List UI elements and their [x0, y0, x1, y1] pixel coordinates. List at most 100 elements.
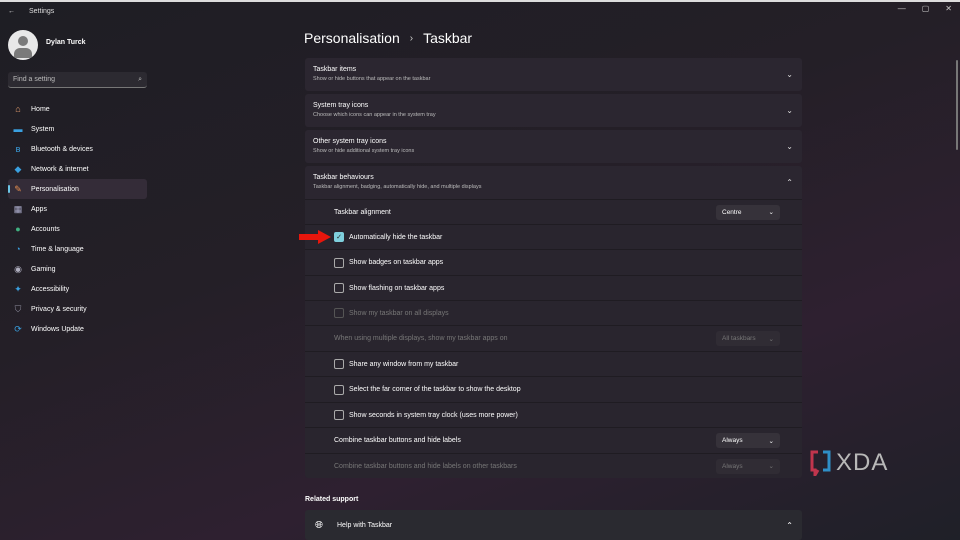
- help-label: Help with Taskbar: [337, 521, 393, 529]
- chevron-down-icon: ⌄: [768, 335, 774, 343]
- far-corner-row[interactable]: Select the far corner of the taskbar to …: [305, 376, 802, 402]
- sidebar-item-label: Gaming: [31, 265, 56, 273]
- flashing-row[interactable]: Show flashing on taskbar apps: [305, 275, 802, 300]
- badges-checkbox[interactable]: [334, 257, 344, 268]
- section-other-tray-icons[interactable]: Other system tray icons Show or hide add…: [305, 130, 802, 163]
- search-icon: ⌕: [138, 76, 142, 83]
- sidebar-item-gaming[interactable]: ◉ Gaming: [8, 259, 147, 279]
- maximize-button[interactable]: ▢: [922, 4, 930, 13]
- combine-dropdown[interactable]: Always ⌄: [716, 433, 780, 448]
- checkbox-label: Automatically hide the taskbar: [349, 233, 443, 241]
- sidebar-item-time-language[interactable]: ◔ Time & language: [8, 239, 147, 259]
- help-with-taskbar[interactable]: 🌐︎ Help with Taskbar ⌃: [305, 510, 802, 540]
- xda-watermark: XDA: [810, 449, 888, 477]
- window-controls: — ▢ ✕: [898, 4, 952, 13]
- sidebar-item-label: Personalisation: [31, 185, 79, 193]
- flashing-checkbox[interactable]: [334, 283, 344, 293]
- multi-display-row: When using multiple displays, show my ta…: [305, 325, 802, 351]
- share-checkbox[interactable]: [334, 359, 344, 369]
- section-taskbar-items[interactable]: Taskbar items Show or hide buttons that …: [305, 58, 802, 91]
- search-placeholder: Find a setting: [13, 76, 56, 83]
- autohide-checkbox[interactable]: ✓: [334, 232, 344, 242]
- sidebar-item-apps[interactable]: ▦ Apps: [8, 199, 147, 219]
- top-border: [0, 0, 960, 2]
- nav-icon: ⛉: [14, 303, 22, 314]
- sidebar-item-label: Time & language: [31, 245, 84, 253]
- back-button[interactable]: ←: [8, 8, 15, 15]
- red-arrow-annotation: [299, 230, 331, 244]
- chevron-right-icon: ›: [409, 32, 414, 44]
- sidebar-item-accessibility[interactable]: ✦ Accessibility: [8, 279, 147, 299]
- checkbox-label: Select the far corner of the taskbar to …: [349, 386, 521, 393]
- section-title: Taskbar items: [313, 66, 357, 73]
- checkbox-label: Show flashing on taskbar apps: [349, 284, 445, 292]
- breadcrumb-parent[interactable]: Personalisation: [304, 30, 400, 46]
- section-subtitle: Taskbar alignment, badging, automaticall…: [313, 184, 482, 190]
- sidebar-item-label: Bluetooth & devices: [31, 145, 93, 153]
- nav-icon: ✦: [14, 283, 22, 294]
- avatar: [8, 30, 38, 60]
- multi-label: When using multiple displays, show my ta…: [334, 335, 508, 342]
- nav-icon: ◉: [14, 263, 22, 274]
- sidebar-item-windows-update[interactable]: ⟳ Windows Update: [8, 319, 147, 339]
- nav-icon: ▬: [13, 124, 23, 134]
- section-system-tray-icons[interactable]: System tray icons Choose which icons can…: [305, 94, 802, 127]
- nav-icon: ⌂: [15, 104, 21, 114]
- nav-icon: ⟳: [14, 323, 22, 334]
- sidebar-item-accounts[interactable]: ● Accounts: [8, 219, 147, 239]
- autohide-row[interactable]: ✓ Automatically hide the taskbar: [305, 224, 802, 249]
- section-subtitle: Show or hide buttons that appear on the …: [313, 76, 431, 82]
- dropdown-value: Centre: [722, 208, 742, 216]
- close-button[interactable]: ✕: [945, 4, 952, 13]
- xda-logo-icon: [810, 450, 831, 476]
- combine-row: Combine taskbar buttons and hide labels …: [305, 427, 802, 453]
- user-profile[interactable]: Dylan Turck: [8, 30, 86, 60]
- chevron-down-icon: ⌄: [786, 142, 793, 151]
- sidebar-nav: ⌂ Home ▬ System ʙ Bluetooth & devices ◆ Network…: [8, 99, 147, 339]
- sidebar-item-system[interactable]: ▬ System: [8, 119, 147, 139]
- seconds-row[interactable]: Show seconds in system tray clock (uses …: [305, 402, 802, 427]
- share-row[interactable]: Share any window from my taskbar: [305, 351, 802, 376]
- far-corner-checkbox[interactable]: [334, 384, 344, 395]
- page-title: Taskbar: [423, 30, 473, 46]
- scrollbar[interactable]: [956, 60, 958, 150]
- checkbox-label: Show my taskbar on all displays: [349, 309, 449, 317]
- chevron-down-icon: ⌄: [786, 70, 793, 79]
- dropdown-value: Always: [722, 437, 743, 444]
- minimize-button[interactable]: —: [898, 4, 906, 13]
- user-name: Dylan Turck: [46, 38, 86, 46]
- badges-row[interactable]: Show badges on taskbar apps: [305, 249, 802, 275]
- nav-icon: ◆: [14, 163, 22, 174]
- sidebar-item-label: Accessibility: [31, 285, 70, 293]
- dropdown-value: Always: [722, 462, 743, 470]
- nav-icon: ✎: [14, 183, 22, 194]
- chevron-down-icon: ⌄: [768, 209, 774, 216]
- sidebar-item-bluetooth-devices[interactable]: ʙ Bluetooth & devices: [8, 139, 147, 159]
- sidebar-item-personalisation[interactable]: ✎ Personalisation: [8, 179, 147, 199]
- sidebar-item-label: Accounts: [31, 225, 60, 233]
- sidebar-item-home[interactable]: ⌂ Home: [8, 99, 147, 119]
- search-input[interactable]: Find a setting ⌕: [8, 72, 147, 88]
- xda-text: XDA: [836, 449, 889, 476]
- section-taskbar-behaviours[interactable]: Taskbar behaviours Taskbar alignment, ba…: [305, 166, 802, 199]
- sidebar-item-network-internet[interactable]: ◆ Network & internet: [8, 159, 147, 179]
- combine-other-label: Combine taskbar buttons and hide labels …: [334, 462, 517, 470]
- checkbox-label: Show badges on taskbar apps: [349, 259, 444, 266]
- seconds-checkbox[interactable]: [334, 410, 344, 420]
- chevron-down-icon: ⌄: [768, 437, 774, 445]
- sidebar-item-label: Home: [31, 105, 50, 113]
- nav-icon: ●: [15, 224, 21, 234]
- taskbar-alignment-row: Taskbar alignment Centre ⌄: [305, 199, 802, 224]
- nav-icon: ▦: [13, 203, 23, 214]
- dropdown-value: All taskbars: [722, 335, 756, 342]
- chevron-down-icon: ⌄: [786, 106, 793, 115]
- combine-label: Combine taskbar buttons and hide labels: [334, 437, 461, 444]
- related-support-heading: Related support: [305, 496, 359, 503]
- checkbox-label: Share any window from my taskbar: [349, 360, 459, 368]
- section-subtitle: Show or hide additional system tray icon…: [313, 148, 415, 154]
- window-title: Settings: [29, 8, 55, 15]
- sidebar-item-label: Privacy & security: [31, 305, 87, 313]
- alignment-dropdown[interactable]: Centre ⌄: [716, 204, 780, 220]
- sidebar-item-privacy-security[interactable]: ⛉ Privacy & security: [8, 299, 147, 319]
- section-title: Taskbar behaviours: [313, 174, 374, 181]
